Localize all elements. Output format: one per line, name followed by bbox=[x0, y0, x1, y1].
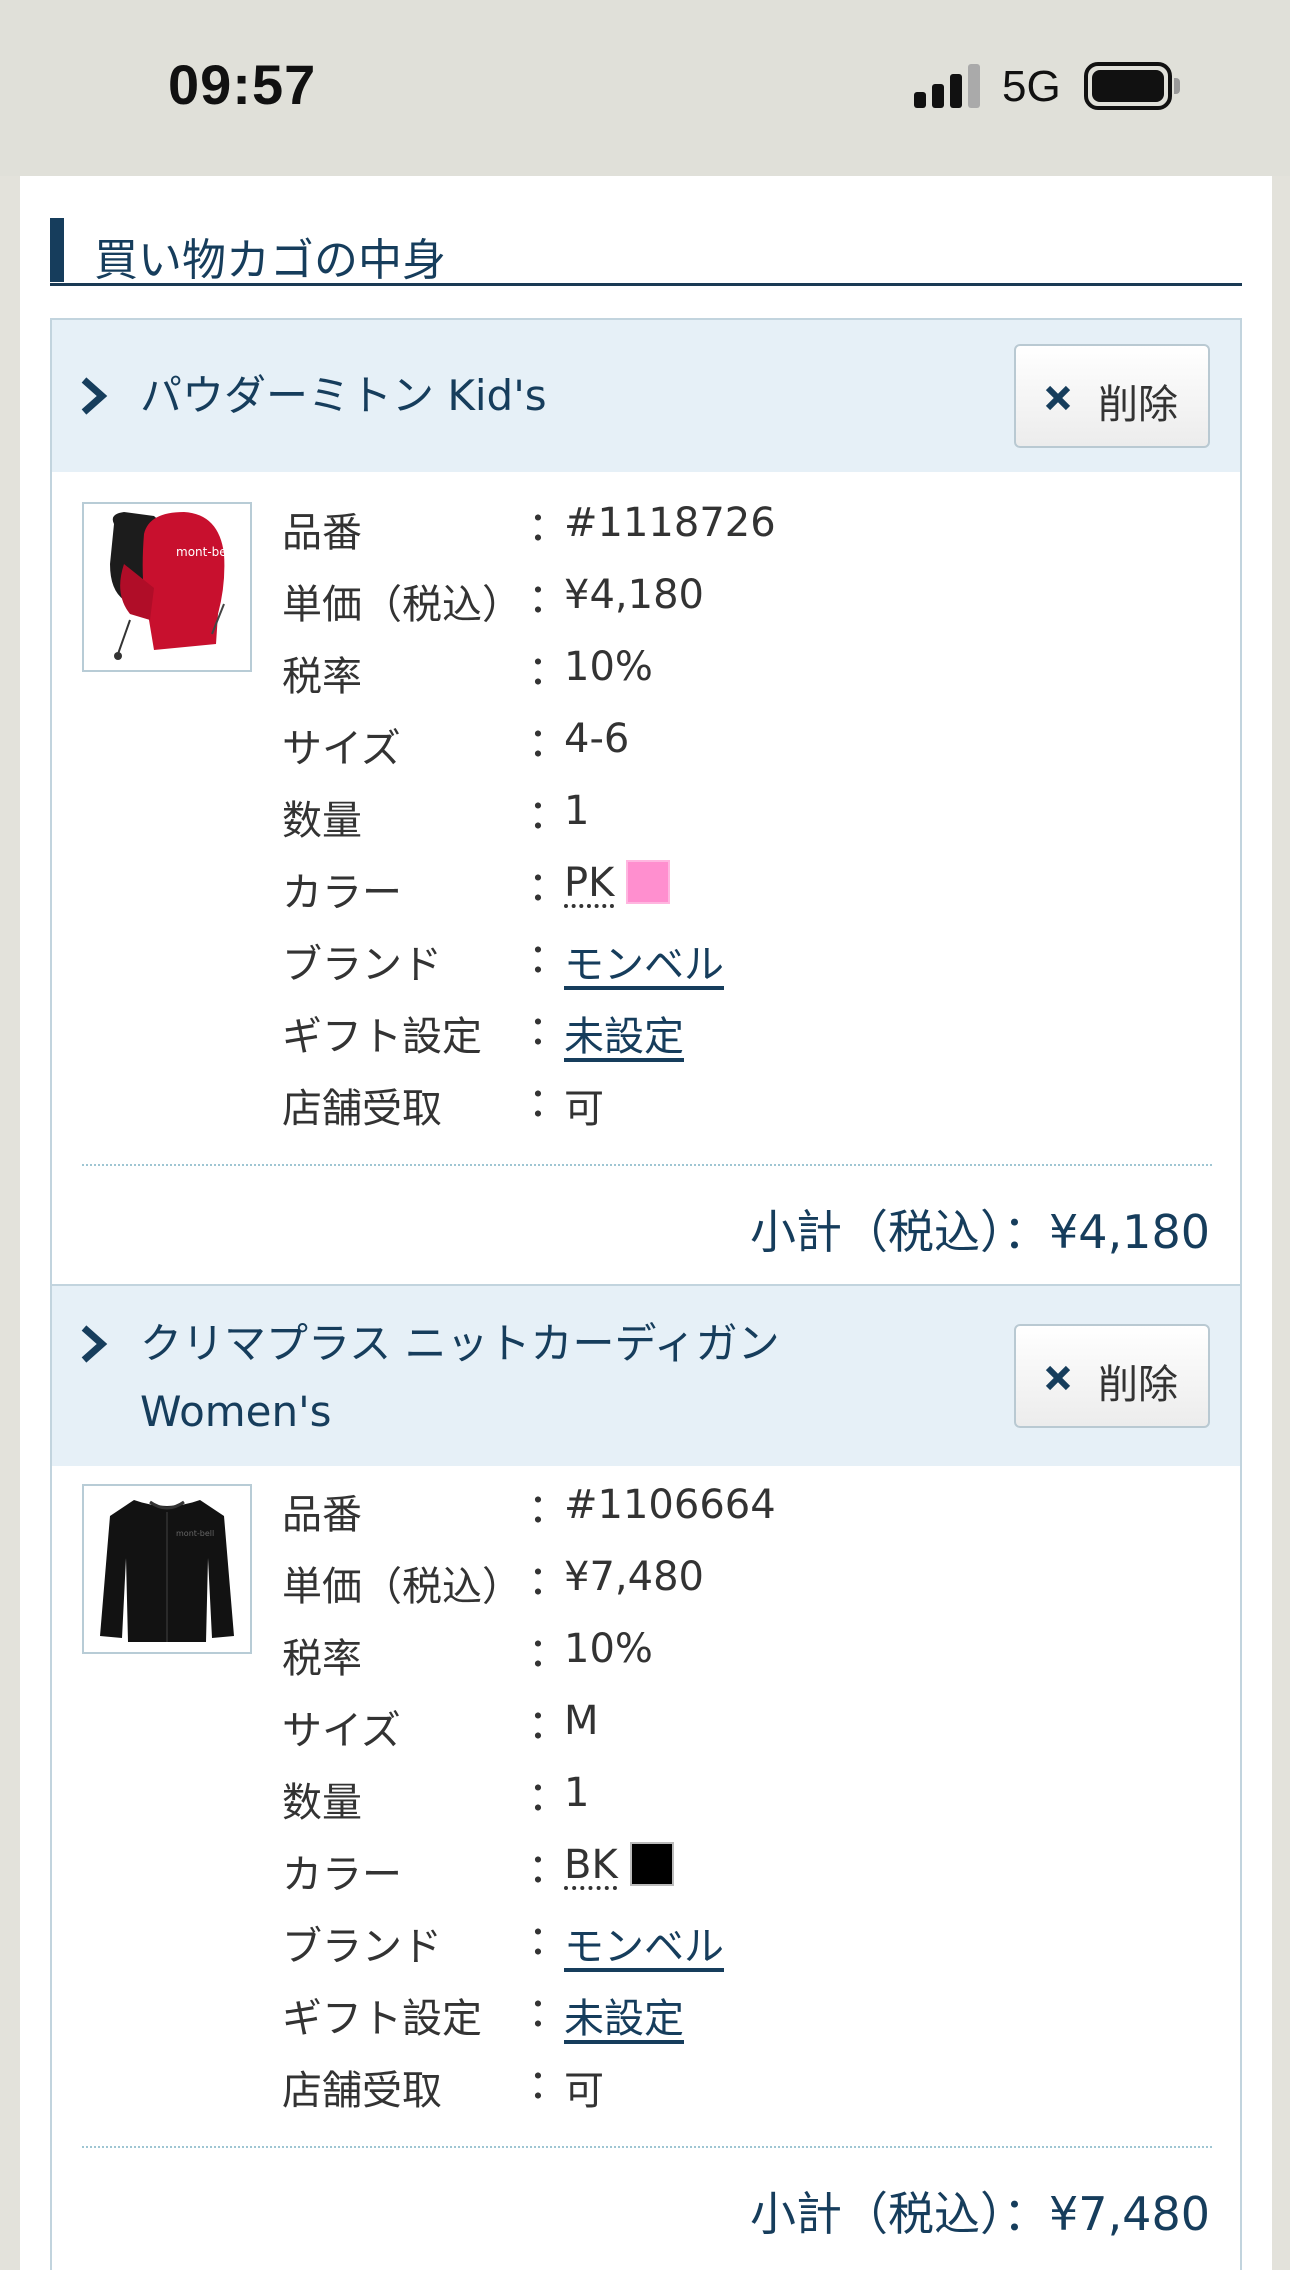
color-code[interactable]: PK bbox=[564, 860, 614, 906]
delete-label: 削除 bbox=[1098, 382, 1178, 428]
cardigan-product-image[interactable]: mont-bell bbox=[82, 1484, 252, 1654]
status-bar: 09:57 5G bbox=[0, 0, 1290, 176]
subtotal-label: 小計（税込） bbox=[750, 2187, 1004, 2241]
color-swatch bbox=[626, 860, 671, 904]
signal-icon bbox=[914, 64, 982, 108]
svg-text:mont-bell: mont-bell bbox=[176, 545, 233, 559]
chevron-right-icon bbox=[81, 1325, 108, 1363]
cart-item: パウダーミトン Kid's 削除 mont-bell 品番 ： #1118726… bbox=[50, 318, 1242, 1284]
subtotal: 小計（税込）：¥4,180 bbox=[750, 1196, 1210, 1262]
status-time: 09:57 bbox=[168, 53, 317, 116]
subtotal-value: ：¥7,480 bbox=[1003, 2187, 1210, 2241]
gift-setting-link[interactable]: 未設定 bbox=[564, 1004, 684, 1062]
cart-item-header: パウダーミトン Kid's 削除 bbox=[52, 320, 1240, 472]
mitten-product-image[interactable]: mont-bell bbox=[82, 502, 252, 672]
delete-button[interactable]: 削除 bbox=[1014, 344, 1210, 448]
subtotal: 小計（税込）：¥7,480 bbox=[750, 2178, 1210, 2244]
brand-link[interactable]: モンベル bbox=[564, 932, 724, 990]
battery-icon bbox=[1084, 62, 1180, 110]
delete-button[interactable]: 削除 bbox=[1014, 1324, 1210, 1428]
cart-section-title: 買い物カゴの中身 bbox=[50, 198, 1242, 286]
divider bbox=[82, 1164, 1212, 1166]
network-label: 5G bbox=[1002, 62, 1061, 111]
title-accent-bar bbox=[50, 218, 64, 282]
product-name-link[interactable]: パウダーミトン Kid's bbox=[140, 362, 547, 430]
gift-setting-link[interactable]: 未設定 bbox=[564, 1986, 684, 2044]
divider bbox=[82, 2146, 1212, 2148]
delete-label: 削除 bbox=[1098, 1362, 1178, 1408]
page-title: 買い物カゴの中身 bbox=[94, 235, 446, 286]
svg-text:mont-bell: mont-bell bbox=[176, 1529, 214, 1538]
cart-item-header: クリマプラス ニットカーディガン Women's 削除 bbox=[52, 1286, 1240, 1466]
cart-page: 買い物カゴの中身 パウダーミトン Kid's 削除 mont-bell 品番 ：… bbox=[20, 176, 1272, 2270]
brand-link[interactable]: モンベル bbox=[564, 1914, 724, 1972]
chevron-right-icon bbox=[81, 377, 108, 415]
subtotal-label: 小計（税込） bbox=[750, 1205, 1004, 1259]
close-icon bbox=[1045, 385, 1071, 411]
color-code[interactable]: BK bbox=[564, 1842, 618, 1888]
color-swatch bbox=[629, 1842, 674, 1886]
product-name-link[interactable]: クリマプラス ニットカーディガン Women's bbox=[140, 1310, 780, 1446]
subtotal-value: ：¥4,180 bbox=[1003, 1205, 1210, 1259]
cart-item: クリマプラス ニットカーディガン Women's 削除 mont-bell 品番… bbox=[50, 1284, 1242, 2270]
close-icon bbox=[1045, 1365, 1071, 1391]
